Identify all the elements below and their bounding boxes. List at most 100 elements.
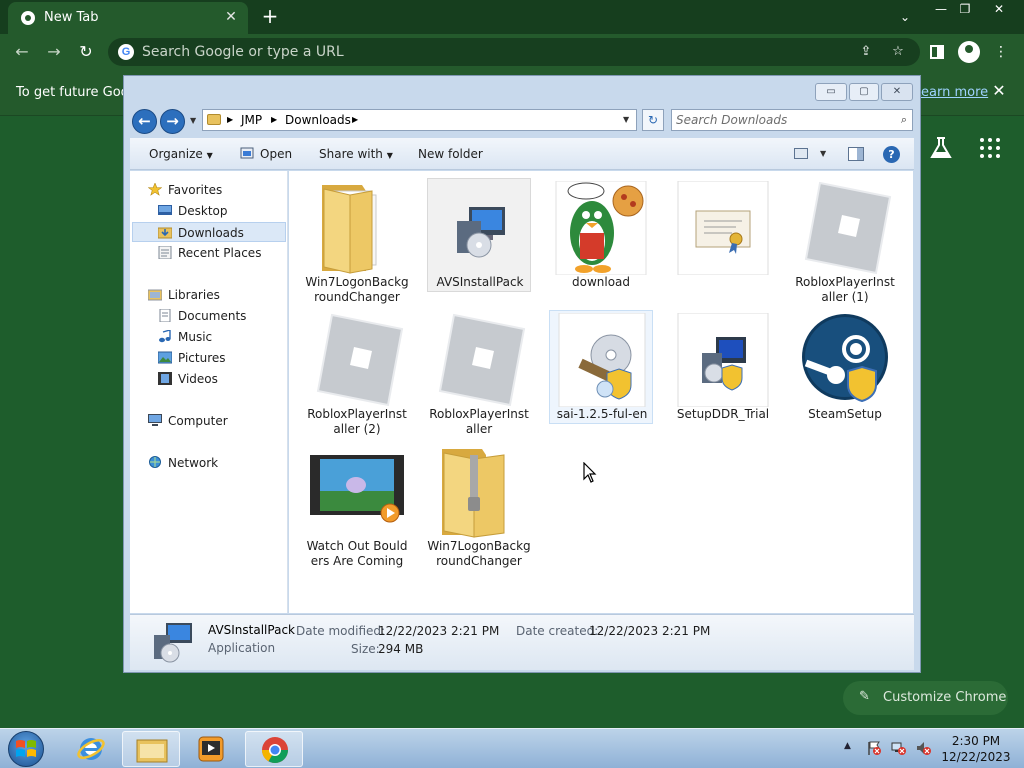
- file-item[interactable]: SetupDDR_Trial: [671, 311, 775, 423]
- nav-favorites-label: Favorites: [168, 183, 223, 197]
- nav-music[interactable]: Music: [132, 327, 286, 347]
- mouse-cursor-icon: [583, 462, 597, 483]
- file-item[interactable]: Watch Out Boulders Are Coming: [305, 443, 409, 587]
- nav-computer[interactable]: Computer: [132, 411, 286, 431]
- taskbar-internet-explorer[interactable]: [62, 731, 120, 767]
- learn-more-link[interactable]: Learn more: [914, 85, 988, 100]
- chevron-down-icon: ▼: [206, 151, 213, 160]
- action-center-flag-icon[interactable]: [866, 740, 882, 756]
- new-folder-button[interactable]: New folder: [418, 147, 483, 161]
- explorer-minimize-button[interactable]: ▭: [815, 83, 847, 101]
- taskbar-windows-explorer[interactable]: [122, 731, 180, 767]
- help-icon[interactable]: ?: [883, 146, 900, 163]
- bookmark-star-icon[interactable]: ☆: [888, 42, 908, 62]
- zip-folder-icon: [442, 449, 505, 538]
- date-modified-label: Date modified:: [296, 624, 386, 638]
- google-apps-icon[interactable]: [980, 138, 1000, 158]
- recent-pages-dropdown[interactable]: ▼: [190, 116, 196, 125]
- date-created-label: Date created:: [516, 624, 599, 638]
- file-item[interactable]: RobloxPlayerInstaller (1): [793, 179, 897, 307]
- libraries-icon: [148, 289, 162, 301]
- explorer-back-button[interactable]: ←: [132, 109, 157, 134]
- nav-libraries[interactable]: Libraries: [132, 285, 286, 305]
- folder-icon: [322, 185, 377, 274]
- show-hidden-icons-arrow[interactable]: ▲: [844, 741, 851, 751]
- penguin-icon: [555, 181, 647, 275]
- chrome-favicon-icon: [21, 11, 35, 25]
- file-item[interactable]: SteamSetup: [793, 311, 897, 423]
- view-dropdown-icon[interactable]: ▼: [820, 149, 826, 158]
- nav-network[interactable]: Network: [132, 453, 286, 473]
- back-button[interactable]: ←: [10, 41, 34, 63]
- address-bar[interactable]: ▶ JMP ▶ Downloads ▶ ▼: [202, 109, 637, 131]
- explorer-maximize-button[interactable]: ▢: [849, 83, 879, 101]
- breadcrumb-jmp[interactable]: JMP: [241, 113, 262, 127]
- breadcrumb-chevron-icon[interactable]: ▶: [271, 115, 277, 124]
- address-dropdown-icon[interactable]: ▼: [623, 115, 629, 124]
- chrome-menu-button[interactable]: ⋮: [990, 41, 1012, 63]
- nav-pictures[interactable]: Pictures: [132, 348, 286, 368]
- search-input[interactable]: [676, 112, 888, 128]
- tab-new-tab[interactable]: New Tab ✕: [8, 2, 248, 34]
- taskbar-clock[interactable]: 2:30 PM 12/22/2023: [936, 733, 1016, 765]
- omnibox[interactable]: G Search Google or type a URL ⇪ ☆: [108, 38, 920, 66]
- file-item-hovered[interactable]: sai-1.2.5-ful-en: [549, 310, 653, 424]
- reload-button[interactable]: ↻: [74, 41, 98, 63]
- explorer-forward-button[interactable]: →: [160, 109, 185, 134]
- google-icon: G: [118, 44, 134, 60]
- details-file-type: Application: [208, 641, 276, 655]
- volume-muted-icon[interactable]: [916, 740, 932, 756]
- date-created-value: 12/22/2023 2:21 PM: [589, 624, 711, 638]
- file-item[interactable]: Win7LogonBackgroundChanger: [305, 179, 409, 307]
- taskbar-media-player[interactable]: [182, 731, 240, 767]
- breadcrumb-chevron-icon[interactable]: ▶: [352, 115, 358, 124]
- share-with-button[interactable]: Share with ▼: [319, 147, 393, 161]
- window-restore-button[interactable]: ❐: [950, 0, 980, 18]
- folder-icon: [207, 114, 221, 125]
- organize-button[interactable]: Organize ▼: [149, 147, 213, 161]
- details-file-name: AVSInstallPack: [208, 623, 295, 637]
- forward-button[interactable]: →: [42, 41, 66, 63]
- chrome-labs-icon[interactable]: [928, 135, 954, 161]
- infobar-close-icon[interactable]: ✕: [988, 80, 1010, 102]
- file-item[interactable]: Win7LogonBackgroundChanger: [427, 443, 531, 571]
- refresh-button[interactable]: ↻: [642, 109, 664, 131]
- window-close-button[interactable]: ✕: [984, 0, 1014, 18]
- tab-close-icon[interactable]: ✕: [222, 8, 240, 26]
- file-item[interactable]: download: [549, 179, 653, 291]
- chrome-toolbar: ← → ↻ G Search Google or type a URL ⇪ ☆ …: [0, 34, 1024, 70]
- preview-pane-icon[interactable]: [848, 147, 864, 161]
- breadcrumb-downloads[interactable]: Downloads: [285, 113, 351, 127]
- media-player-icon: [198, 736, 224, 762]
- installer-icon: [154, 623, 192, 663]
- nav-favorites[interactable]: Favorites: [132, 180, 286, 200]
- start-button[interactable]: [8, 731, 44, 767]
- file-item[interactable]: RobloxPlayerInstaller: [427, 311, 531, 439]
- open-button[interactable]: Open: [260, 147, 292, 161]
- file-item-selected[interactable]: AVSInstallPack: [427, 178, 531, 292]
- nav-recent-places[interactable]: Recent Places: [132, 243, 286, 263]
- disc-installer-icon: [558, 313, 646, 407]
- network-status-icon[interactable]: [891, 740, 907, 756]
- taskbar-google-chrome[interactable]: [245, 731, 303, 767]
- file-name: RobloxPlayerInstaller (2): [307, 407, 407, 436]
- nav-downloads[interactable]: Downloads: [132, 222, 286, 242]
- nav-desktop[interactable]: Desktop: [132, 201, 286, 221]
- tab-search-button[interactable]: ⌄: [894, 6, 916, 28]
- share-icon[interactable]: ⇪: [856, 42, 876, 62]
- file-item[interactable]: [671, 179, 775, 291]
- file-name: RobloxPlayerInstaller: [429, 407, 529, 436]
- profile-avatar[interactable]: [958, 41, 980, 63]
- explorer-close-button[interactable]: ✕: [881, 83, 913, 101]
- side-panel-button[interactable]: [926, 41, 948, 63]
- customize-chrome-button[interactable]: ✎ Customize Chrome: [843, 681, 1008, 715]
- change-view-icon[interactable]: [794, 148, 808, 159]
- search-icon[interactable]: ⌕: [901, 113, 907, 127]
- breadcrumb-chevron-icon[interactable]: ▶: [227, 115, 233, 124]
- nav-documents[interactable]: Documents: [132, 306, 286, 326]
- file-item[interactable]: RobloxPlayerInstaller (2): [305, 311, 409, 439]
- tab-title: New Tab: [44, 10, 99, 25]
- nav-videos[interactable]: Videos: [132, 369, 286, 389]
- pencil-icon: ✎: [859, 689, 870, 704]
- new-tab-button[interactable]: +: [258, 4, 282, 28]
